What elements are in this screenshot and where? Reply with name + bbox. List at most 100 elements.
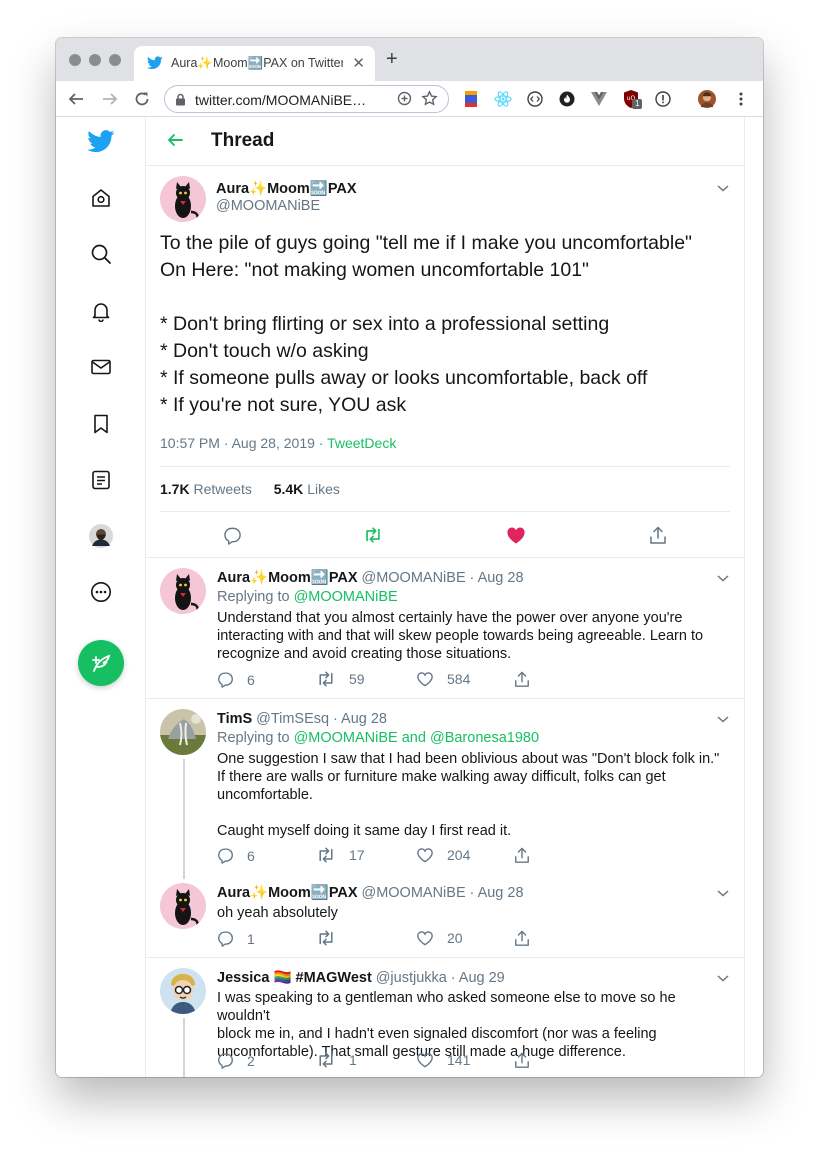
main-tweet-display-name[interactable]: Aura✨Moom🔜PAX — [216, 180, 357, 197]
retweet-button[interactable]: 59 — [316, 671, 365, 687]
profile-avatar-icon[interactable] — [88, 523, 114, 549]
reply-button[interactable]: 6 — [217, 671, 255, 688]
retweets-stat[interactable]: 1.7K Retweets — [160, 481, 252, 497]
browser-menu-icon[interactable] — [732, 90, 750, 108]
reply-author-avatar[interactable] — [160, 968, 206, 1014]
reply-button[interactable]: 2 — [217, 1052, 255, 1069]
main-tweet-timestamp[interactable]: 10:57 PM · Aug 28, 2019 · — [160, 435, 327, 451]
minimize-window-button[interactable] — [89, 54, 101, 66]
reply-actions: 2 1 141 — [217, 1052, 547, 1070]
info-extension-icon[interactable] — [654, 90, 672, 108]
add-icon[interactable] — [397, 91, 412, 106]
reply-tweet[interactable]: Aura✨Moom🔜PAX @MOOMANiBE · Aug 28 oh yea… — [146, 873, 744, 957]
reply-handle[interactable]: @MOOMANiBE — [361, 570, 465, 586]
back-button[interactable] — [64, 87, 88, 111]
share-button[interactable] — [514, 847, 543, 864]
main-tweet-source-link[interactable]: TweetDeck — [327, 435, 396, 451]
chevron-down-icon[interactable] — [716, 183, 730, 193]
chevron-down-icon[interactable] — [716, 888, 730, 898]
reload-button[interactable] — [130, 87, 154, 111]
like-button[interactable]: 141 — [416, 1052, 470, 1068]
back-arrow-icon[interactable] — [166, 131, 184, 149]
home-icon[interactable] — [88, 185, 114, 211]
react-devtools-icon[interactable] — [494, 90, 512, 108]
messages-mail-icon[interactable] — [88, 354, 114, 380]
notifications-bell-icon[interactable] — [88, 298, 114, 324]
retweet-button[interactable]: 1 — [316, 1052, 357, 1068]
author-avatar[interactable] — [160, 176, 206, 222]
close-window-button[interactable] — [69, 54, 81, 66]
more-options-icon[interactable] — [88, 579, 114, 605]
share-button[interactable] — [514, 930, 543, 947]
retweet-button[interactable] — [363, 525, 383, 545]
reply-date[interactable]: · Aug 28 — [470, 885, 524, 901]
browser-tab[interactable]: Aura✨Moom🔜PAX on Twitter ✕ — [134, 46, 375, 81]
reply-handle[interactable]: @MOOMANiBE — [361, 885, 465, 901]
lists-icon[interactable] — [88, 467, 114, 493]
compose-feather-icon — [92, 654, 111, 672]
reply-display-name[interactable]: Aura✨Moom🔜PAX — [217, 570, 358, 586]
reply-text: oh yeah absolutely — [217, 905, 338, 921]
main-tweet-text: To the pile of guys going "tell me if I … — [160, 232, 692, 416]
twitter-logo-icon[interactable] — [86, 127, 116, 155]
retweet-button[interactable] — [316, 930, 349, 946]
reply-display-name[interactable]: Aura✨Moom🔜PAX — [217, 885, 358, 901]
reply-display-name[interactable]: Jessica 🏳️‍🌈 #MAGWest — [217, 970, 372, 986]
reply-author-avatar[interactable] — [160, 883, 206, 929]
chevron-down-icon[interactable] — [716, 973, 730, 983]
code-extension-icon[interactable] — [526, 90, 544, 108]
share-button[interactable] — [514, 671, 543, 688]
reply-author-avatar[interactable] — [160, 709, 206, 755]
tab-title: Aura✨Moom🔜PAX on Twitter — [171, 56, 343, 70]
thread-connector-line — [183, 1018, 185, 1077]
compose-tweet-button[interactable] — [78, 640, 124, 686]
maximize-window-button[interactable] — [109, 54, 121, 66]
chevron-down-icon[interactable] — [716, 573, 730, 583]
chevron-down-icon[interactable] — [716, 714, 730, 724]
reply-icon — [218, 931, 233, 947]
forward-button[interactable] — [98, 87, 122, 111]
new-tab-button[interactable]: + — [386, 48, 398, 71]
tab-close-icon[interactable]: ✕ — [352, 54, 365, 72]
likes-stat[interactable]: 5.4K Likes — [274, 481, 340, 497]
reply-button[interactable]: 1 — [217, 930, 255, 947]
replying-to: Replying to @MOOMANiBE and @Baronesa1980 — [217, 730, 539, 746]
profile-avatar[interactable] — [698, 90, 716, 108]
replying-to-mention[interactable]: @MOOMANiBE and @Baronesa1980 — [294, 730, 539, 746]
tab-strip: Aura✨Moom🔜PAX on Twitter ✕ + — [56, 38, 763, 81]
reply-tweet[interactable]: Jessica 🏳️‍🌈 #MAGWest @justjukka · Aug 2… — [146, 957, 744, 1077]
likes-count: 5.4K — [273, 481, 304, 497]
reply-date[interactable]: · Aug 28 — [470, 570, 524, 586]
reply-button[interactable] — [222, 525, 242, 545]
reply-handle[interactable]: @TimSEsq — [256, 711, 329, 727]
vue-devtools-icon[interactable] — [590, 90, 608, 108]
like-button[interactable]: 20 — [416, 930, 463, 946]
reply-tweet[interactable]: TimS @TimSEsq · Aug 28 Replying to @MOOM… — [146, 698, 744, 879]
reply-tweet[interactable]: Aura✨Moom🔜PAX @MOOMANiBE · Aug 28 Replyi… — [146, 557, 744, 698]
reply-date[interactable]: · Aug 29 — [451, 970, 505, 986]
extension-colorpicker-icon[interactable] — [462, 90, 480, 108]
bookmark-star-icon[interactable] — [421, 90, 438, 107]
replying-to-mention[interactable]: @MOOMANiBE — [294, 589, 398, 605]
retweet-button[interactable]: 17 — [316, 847, 365, 863]
reply-author-avatar[interactable] — [160, 568, 206, 614]
share-button[interactable] — [648, 525, 668, 545]
main-tweet-stats: 1.7K Retweets 5.4K Likes — [160, 481, 358, 497]
main-tweet-handle[interactable]: @MOOMANiBE — [216, 198, 357, 214]
address-bar[interactable]: twitter.com/MOOMANiBE… — [164, 85, 449, 113]
bookmarks-icon[interactable] — [88, 411, 114, 437]
flame-extension-icon[interactable] — [558, 90, 576, 108]
reply-button[interactable]: 6 — [217, 847, 255, 864]
like-button[interactable] — [506, 525, 526, 545]
like-button[interactable]: 584 — [416, 671, 470, 687]
reply-date[interactable]: · Aug 28 — [333, 711, 387, 727]
search-icon[interactable] — [88, 241, 114, 267]
ublock-icon[interactable]: uO 1 — [622, 90, 643, 109]
like-button[interactable]: 204 — [416, 847, 470, 863]
replying-to-label: Replying to — [217, 589, 294, 605]
share-button[interactable] — [514, 1052, 543, 1069]
reply-handle[interactable]: @justjukka — [376, 970, 447, 986]
like-count: 20 — [447, 930, 463, 946]
reply-display-name[interactable]: TimS — [217, 711, 252, 727]
divider — [160, 466, 730, 467]
